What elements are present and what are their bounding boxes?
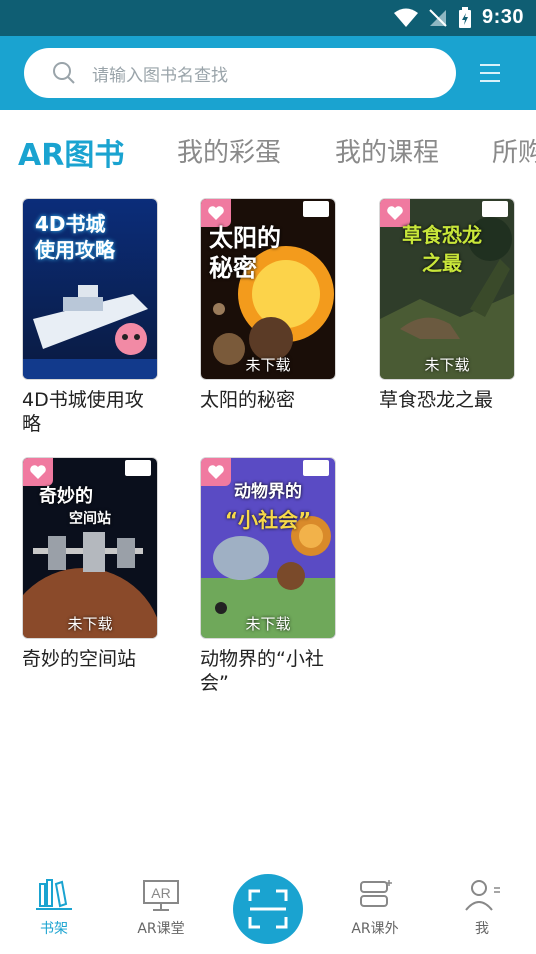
download-status: 未下载 bbox=[245, 356, 291, 374]
nav-label: AR课堂 bbox=[137, 921, 185, 937]
scan-icon bbox=[248, 889, 288, 929]
nav-label: AR课外 bbox=[351, 921, 399, 937]
book-cover[interactable]: 草食恐龙 之最 未下载 bbox=[379, 198, 515, 380]
search-input[interactable]: 请输入图书名查找 bbox=[24, 48, 456, 98]
heart-icon bbox=[208, 206, 224, 220]
nav-bookshelf[interactable]: 书架 bbox=[14, 878, 94, 938]
cover-title: 奇妙的 空间站 bbox=[39, 486, 111, 527]
status-bar: 9:30 bbox=[0, 0, 536, 36]
wifi-icon bbox=[393, 8, 418, 27]
bookshelf-icon bbox=[36, 879, 72, 910]
nav-profile[interactable]: 我 bbox=[442, 878, 522, 938]
tab-ar-books[interactable]: AR图书 bbox=[18, 130, 124, 174]
download-status: 未下载 bbox=[424, 356, 470, 374]
download-status: 未下载 bbox=[245, 615, 291, 633]
nav-ar-extracurricular[interactable]: AR课外 bbox=[335, 878, 415, 938]
book-card[interactable]: 4D书城 使用攻略 4D书城使用攻略 bbox=[22, 198, 158, 436]
publisher-logo bbox=[482, 201, 508, 217]
tab-purchased[interactable]: 所购 bbox=[492, 132, 536, 169]
favorite-badge bbox=[23, 458, 53, 486]
download-status: 未下载 bbox=[67, 615, 113, 633]
book-card[interactable]: 奇妙的 空间站 未下载 奇妙的空间站 bbox=[22, 457, 158, 671]
book-title: 太阳的秘密 bbox=[200, 389, 296, 411]
clock: 9:30 bbox=[481, 6, 524, 28]
tab-my-courses[interactable]: 我的课程 bbox=[335, 132, 439, 169]
book-title: 奇妙的空间站 bbox=[22, 648, 137, 670]
tab-my-easter-eggs[interactable]: 我的彩蛋 bbox=[177, 132, 281, 169]
book-card[interactable]: 动物界的 “小社会” 未下载 动物界的“小社会” bbox=[200, 457, 336, 695]
publisher-logo bbox=[125, 460, 151, 476]
book-title: 4D书城使用攻略 bbox=[22, 389, 144, 435]
book-cover[interactable]: 4D书城 使用攻略 bbox=[22, 198, 158, 380]
search-icon bbox=[53, 62, 75, 84]
svg-text:AR: AR bbox=[151, 885, 170, 901]
cover-title: 太阳的 秘密 bbox=[209, 224, 281, 282]
nav-label: 我 bbox=[475, 921, 489, 937]
ar-extracurricular-icon bbox=[360, 880, 392, 907]
bottom-navigation: 书架 AR AR课堂 AR课外 我 bbox=[0, 864, 536, 954]
scan-button[interactable] bbox=[233, 874, 303, 944]
no-signal-icon bbox=[429, 8, 447, 27]
heart-icon bbox=[387, 206, 403, 220]
battery-charging-icon bbox=[458, 6, 471, 28]
search-placeholder: 请输入图书名查找 bbox=[92, 66, 228, 86]
book-title: 草食恐龙之最 bbox=[379, 389, 494, 411]
cover-title: 草食恐龙 之最 bbox=[402, 223, 482, 275]
nav-label: 书架 bbox=[40, 921, 68, 937]
book-cover[interactable]: 动物界的 “小社会” 未下载 bbox=[200, 457, 336, 639]
book-cover[interactable]: 奇妙的 空间站 未下载 bbox=[22, 457, 158, 639]
publisher-logo bbox=[303, 201, 329, 217]
heart-icon bbox=[30, 465, 46, 479]
category-tabs: AR图书 我的彩蛋 我的课程 所购 bbox=[0, 110, 536, 190]
search-header: 请输入图书名查找 bbox=[0, 36, 536, 110]
book-title: 动物界的“小社会” bbox=[200, 648, 324, 694]
ar-classroom-icon: AR bbox=[143, 880, 179, 911]
book-card[interactable]: 太阳的 秘密 未下载 太阳的秘密 bbox=[200, 198, 336, 412]
publisher-logo bbox=[303, 460, 329, 476]
nav-ar-classroom[interactable]: AR AR课堂 bbox=[121, 878, 201, 938]
menu-icon[interactable] bbox=[478, 61, 502, 85]
book-cover[interactable]: 太阳的 秘密 未下载 bbox=[200, 198, 336, 380]
cover-title: 动物界的 “小社会” bbox=[224, 482, 312, 532]
profile-icon bbox=[465, 880, 500, 911]
book-card[interactable]: 草食恐龙 之最 未下载 草食恐龙之最 bbox=[379, 198, 515, 412]
cover-title: 4D书城 使用攻略 bbox=[35, 212, 115, 262]
